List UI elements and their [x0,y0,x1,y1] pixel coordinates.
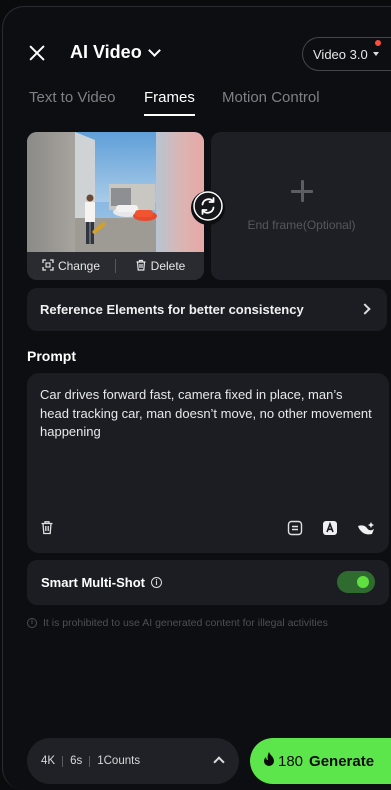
refresh-icon [193,190,223,226]
app-screen: AI Video Video 3.0 Text to Video Frames … [2,6,391,790]
duration-value: 6s [70,755,83,767]
resolution-value: 4K [41,755,56,767]
chevron-right-icon [359,303,371,315]
model-selector[interactable]: Video 3.0 [302,37,391,71]
reference-elements-row[interactable]: Reference Elements for better consistenc… [27,288,387,331]
translate-icon[interactable] [322,520,338,536]
swap-frames-button[interactable] [191,190,225,226]
prompt-textarea[interactable]: Car drives forward fast, camera fixed in… [40,386,374,442]
delete-frame-button[interactable]: Delete [116,259,204,274]
start-frame-card[interactable]: Change Delete [27,132,204,280]
tab-text-to-video[interactable]: Text to Video [29,89,115,106]
generate-button[interactable]: 180 Generate [250,738,391,784]
delete-label: Delete [150,259,186,273]
notification-dot [375,40,381,46]
prompt-input-box[interactable]: Car drives forward fast, camera fixed in… [27,373,389,553]
generate-label: Generate [309,752,375,770]
reference-label: Reference Elements for better consistenc… [40,302,304,317]
page-title: AI Video [70,42,142,62]
change-frame-button[interactable]: Change [27,258,115,274]
notice-text: It is prohibited to use AI generated con… [43,617,328,629]
divider [89,755,91,767]
tab-frames[interactable]: Frames [144,89,195,116]
smart-multishot-row: Smart Multi-Shot i [27,560,389,605]
model-label: Video 3.0 [313,46,368,62]
title-dropdown[interactable]: AI Video [70,42,161,63]
info-icon: i [27,618,37,628]
divider [62,755,64,767]
prompt-heading: Prompt [27,348,76,364]
chevron-up-icon [213,756,225,768]
toggle-knob [357,576,369,588]
close-icon[interactable] [29,45,45,61]
end-frame-label: End frame(Optional) [247,218,356,232]
mode-tabs: Text to Video Frames Motion Control [3,89,391,119]
plus-icon [291,180,313,202]
clear-prompt-icon[interactable] [40,520,56,536]
smart-multishot-label-group: Smart Multi-Shot i [41,575,162,590]
start-frame-thumbnail [27,132,204,252]
change-label: Change [57,259,101,273]
generation-settings-button[interactable]: 4K 6s 1Counts [27,738,239,784]
info-icon[interactable]: i [151,577,162,588]
enhance-prompt-icon[interactable] [357,520,377,536]
credits-group: 180 [263,751,304,771]
header: AI Video Video 3.0 [3,37,391,71]
chevron-down-icon [147,43,161,57]
smart-multishot-toggle[interactable] [337,571,375,593]
legal-notice: i It is prohibited to use AI generated c… [27,617,328,629]
trash-icon [135,259,147,274]
start-frame-actions: Change Delete [27,252,204,280]
tab-motion-control[interactable]: Motion Control [222,89,320,106]
change-icon [42,258,54,274]
saved-prompts-icon[interactable] [287,520,303,536]
credits-value: 180 [278,752,304,770]
flame-icon [263,751,275,771]
smart-multishot-label: Smart Multi-Shot [41,575,145,590]
counts-value: 1Counts [97,755,141,767]
end-frame-card[interactable]: End frame(Optional) [211,132,391,280]
caret-down-icon [372,52,379,56]
bottom-bar: 4K 6s 1Counts 180 Generate [3,735,391,790]
